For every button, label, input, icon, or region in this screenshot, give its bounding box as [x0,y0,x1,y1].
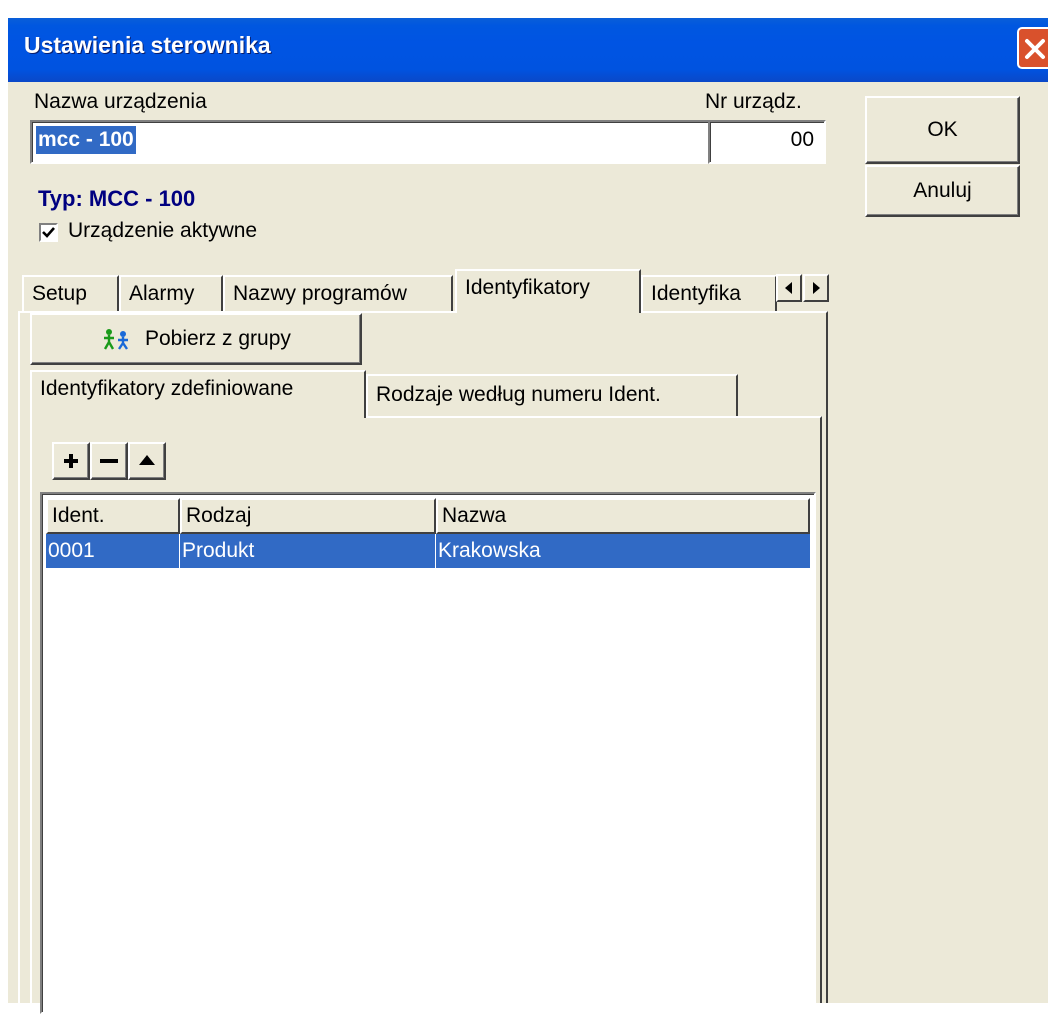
minus-icon [100,459,118,463]
identifiers-table[interactable]: Ident. Rodzaj Nazwa 0001 Produkt Krakows… [40,492,816,1014]
cell-name: Krakowska [438,539,541,562]
settings-dialog: Ustawienia sterownika Nazwa urządzenia m… [8,18,1048,1014]
fetch-from-group-button[interactable]: Pobierz z grupy [30,313,362,365]
column-header-name-label: Nazwa [442,504,507,527]
close-button[interactable] [1017,27,1048,69]
close-icon [1025,39,1045,59]
subtab-defined-identifiers[interactable]: Identyfikatory zdefiniowane [30,370,366,418]
subtab-defined-identifiers-label: Identyfikatory zdefiniowane [40,377,294,400]
tab-setup[interactable]: Setup [22,275,119,313]
device-number-value: 00 [790,128,814,151]
arrow-right-icon [813,282,820,294]
device-number-input[interactable]: 00 [708,120,826,164]
tab-identifiers-2[interactable]: Identyfika [641,275,777,313]
window-title: Ustawienia sterownika [24,32,271,58]
checkmark-icon [42,227,55,238]
ok-button[interactable]: OK [865,96,1020,164]
move-up-button[interactable] [128,442,166,480]
tab-scroll-left-button[interactable] [776,274,802,302]
triangle-up-icon [139,455,155,465]
tab-setup-label: Setup [32,282,87,305]
column-header-type[interactable]: Rodzaj [180,498,436,534]
subtab-types-by-number[interactable]: Rodzaje według numeru Ident. [366,374,738,416]
cell-type: Produkt [180,534,436,568]
column-header-type-label: Rodzaj [186,504,252,527]
device-name-value: mcc - 100 [36,126,136,154]
cancel-button-label: Anuluj [913,179,972,202]
column-header-ident-label: Ident. [52,504,105,527]
tab-identifiers[interactable]: Identyfikatory [455,269,641,313]
device-active-label: Urządzenie aktywne [68,219,258,242]
device-type-label: Typ: MCC - 100 [38,186,196,211]
tab-scroll-right-button[interactable] [803,274,829,302]
title-bar[interactable]: Ustawienia sterownika [8,18,1048,82]
remove-button[interactable] [90,442,128,480]
tab-program-names-label: Nazwy programów [233,282,407,305]
tab-identifiers-2-label: Identyfika [651,282,741,305]
device-name-label: Nazwa urządzenia [34,90,207,113]
device-number-label: Nr urządz. [705,90,802,113]
subtab-types-by-number-label: Rodzaje według numeru Ident. [376,383,661,406]
column-header-name[interactable]: Nazwa [436,498,810,534]
fetch-from-group-label: Pobierz z grupy [144,327,291,350]
tab-alarms-label: Alarmy [129,282,195,305]
table-row[interactable]: 0001 Produkt Krakowska [46,534,810,568]
column-header-ident[interactable]: Ident. [46,498,180,534]
device-name-input[interactable]: mcc - 100 [30,120,710,164]
plus-icon [64,454,78,468]
add-button[interactable] [52,442,90,480]
group-people-icon [104,329,129,351]
tab-identifiers-label: Identyfikatory [465,276,590,299]
device-active-checkbox[interactable] [39,223,58,242]
arrow-left-icon [785,282,792,294]
cancel-button[interactable]: Anuluj [865,165,1020,217]
tab-alarms[interactable]: Alarmy [119,275,223,313]
tab-program-names[interactable]: Nazwy programów [223,275,453,313]
ok-button-label: OK [927,118,958,141]
cell-ident: 0001 [46,534,180,568]
